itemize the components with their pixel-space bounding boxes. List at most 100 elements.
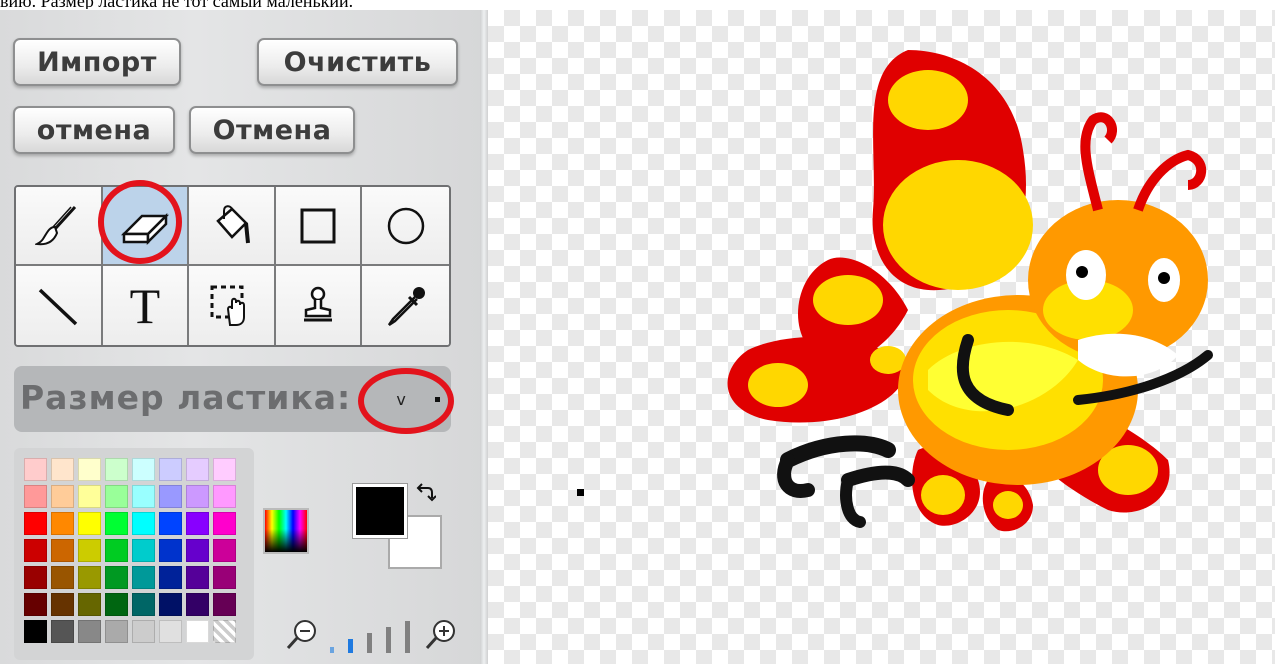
color-swatch[interactable] [186,539,209,562]
redo-button[interactable]: Отмена [189,106,355,154]
zoom-level-bar[interactable] [367,633,372,653]
color-swatch[interactable] [105,620,128,643]
undo-button[interactable]: отмена [13,106,175,154]
color-swatch[interactable] [186,566,209,589]
color-swatch[interactable] [24,458,47,481]
color-swatch[interactable] [105,512,128,535]
zoom-level-bar[interactable] [405,621,410,653]
color-swatch[interactable] [132,620,155,643]
color-swatch[interactable] [132,593,155,616]
color-swatch[interactable] [105,458,128,481]
color-swatch[interactable] [159,539,182,562]
color-swatch[interactable] [159,620,182,643]
color-swatch[interactable] [213,620,236,643]
color-swatch[interactable] [78,458,101,481]
instruction-text: вию. Размер ластика не тот самый маленьк… [0,0,1275,9]
eraser-tool[interactable] [102,187,190,266]
color-swatch[interactable] [159,485,182,508]
color-swatch[interactable] [78,485,101,508]
color-swatch[interactable] [213,458,236,481]
color-swatch[interactable] [159,512,182,535]
color-swatch[interactable] [78,539,101,562]
color-picker-icon[interactable] [263,508,309,554]
color-swatch[interactable] [51,485,74,508]
color-swatch[interactable] [24,485,47,508]
select-tool[interactable] [189,266,276,345]
color-palette [24,458,236,643]
text-tool[interactable]: T [102,266,190,345]
color-swatch[interactable] [132,539,155,562]
color-palette-panel [14,448,254,660]
color-swatch[interactable] [132,566,155,589]
color-swatch[interactable] [105,485,128,508]
color-swatch[interactable] [51,593,74,616]
panel-divider[interactable] [480,10,488,664]
zoom-in-icon[interactable] [424,617,458,651]
color-swatch[interactable] [186,485,209,508]
paintbrush-tool[interactable] [16,187,103,266]
chevron-down-icon: v [396,389,406,409]
line-icon [39,288,78,325]
color-swatch[interactable] [24,620,47,643]
color-swatch[interactable] [159,458,182,481]
color-swatch[interactable] [51,458,74,481]
color-swatch[interactable] [78,620,101,643]
paint-bucket-icon [216,204,251,243]
fill-tool[interactable] [189,187,276,266]
tool-grid: T [14,185,451,347]
rectangle-tool[interactable] [275,187,363,266]
swap-colors-icon[interactable] [414,482,436,504]
eyedropper-tool[interactable] [362,266,449,345]
select-hand-icon [210,285,246,326]
eraser-size-label: Размер ластика: [20,378,352,417]
eraser-icon [120,212,169,245]
eraser-size-panel: Размер ластика: v [14,366,451,432]
color-swatch[interactable] [24,566,47,589]
primary-color-swatch[interactable] [353,484,407,538]
color-swatch[interactable] [213,539,236,562]
color-swatch[interactable] [159,566,182,589]
color-swatch[interactable] [132,485,155,508]
color-swatch[interactable] [24,593,47,616]
color-swatch[interactable] [186,620,209,643]
color-swatch[interactable] [24,539,47,562]
color-swatch[interactable] [78,566,101,589]
square-icon [300,208,336,243]
zoom-out-icon[interactable] [285,617,319,651]
color-swatch[interactable] [132,512,155,535]
circle-icon [387,207,424,244]
color-swatch[interactable] [186,512,209,535]
color-swatch[interactable] [159,593,182,616]
ellipse-tool[interactable] [362,187,449,266]
paintbrush-icon [35,205,77,245]
zoom-level-bar[interactable] [330,647,334,653]
clear-button[interactable]: Очистить [257,38,458,86]
color-swatch[interactable] [78,593,101,616]
color-swatch[interactable] [78,512,101,535]
zoom-level-bar[interactable] [386,627,391,653]
color-swatch[interactable] [213,485,236,508]
color-swatch[interactable] [105,539,128,562]
color-swatch[interactable] [51,566,74,589]
brush-size-preview-icon [434,396,440,402]
color-swatch[interactable] [24,512,47,535]
import-button[interactable]: Импорт [13,38,181,86]
drawing-canvas[interactable] [488,10,1275,664]
stamp-tool[interactable] [275,266,363,345]
color-swatch[interactable] [105,593,128,616]
color-swatch[interactable] [105,566,128,589]
color-swatch[interactable] [51,512,74,535]
color-swatch[interactable] [51,539,74,562]
color-swatch[interactable] [132,458,155,481]
color-swatch[interactable] [51,620,74,643]
color-swatch[interactable] [186,458,209,481]
eyedropper-icon [387,286,425,326]
zoom-level-slider[interactable] [322,621,416,653]
line-tool[interactable] [16,266,103,345]
color-swatch[interactable] [213,512,236,535]
color-swatch[interactable] [213,566,236,589]
zoom-level-bar[interactable] [348,639,353,653]
eraser-size-dropdown[interactable]: v [382,380,454,418]
color-swatch[interactable] [213,593,236,616]
color-swatch[interactable] [186,593,209,616]
